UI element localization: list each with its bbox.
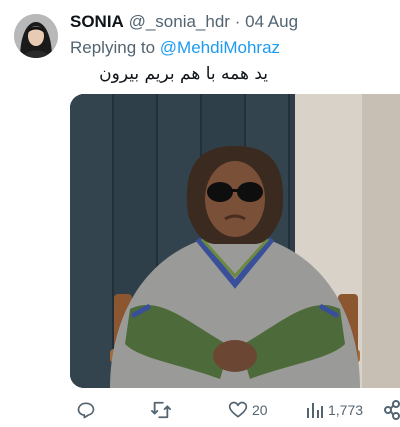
like-button[interactable]: 20 bbox=[228, 398, 268, 422]
heart-icon bbox=[228, 400, 248, 420]
retweet-icon bbox=[150, 400, 172, 420]
separator: · bbox=[234, 12, 241, 31]
reply-button[interactable] bbox=[76, 398, 96, 422]
reply-icon bbox=[76, 400, 96, 420]
tweet-actions: 20 1,773 bbox=[70, 398, 400, 422]
retweet-button[interactable] bbox=[150, 398, 172, 422]
replying-to-link[interactable]: @MehdiMohraz bbox=[160, 38, 280, 57]
views-count: 1,773 bbox=[328, 402, 364, 418]
share-icon bbox=[384, 400, 400, 420]
tweet-date[interactable]: 04 Aug bbox=[245, 12, 298, 31]
replying-to-line: Replying to @MehdiMohraz bbox=[70, 38, 280, 58]
user-handle[interactable]: @_sonia_hdr bbox=[129, 12, 230, 31]
replying-prefix: Replying to bbox=[70, 38, 156, 57]
tweet-text: ید همه با هم بریم بیرون bbox=[99, 64, 268, 84]
views-button[interactable]: 1,773 bbox=[306, 398, 363, 422]
share-button[interactable] bbox=[384, 398, 400, 422]
media-photo bbox=[70, 94, 400, 388]
avatar[interactable] bbox=[14, 14, 58, 58]
like-count: 20 bbox=[252, 402, 268, 418]
tweet-header: SONIA @_sonia_hdr · 04 Aug bbox=[70, 12, 298, 32]
views-icon bbox=[306, 400, 324, 420]
tweet-media[interactable] bbox=[70, 94, 400, 388]
display-name[interactable]: SONIA bbox=[70, 12, 124, 31]
